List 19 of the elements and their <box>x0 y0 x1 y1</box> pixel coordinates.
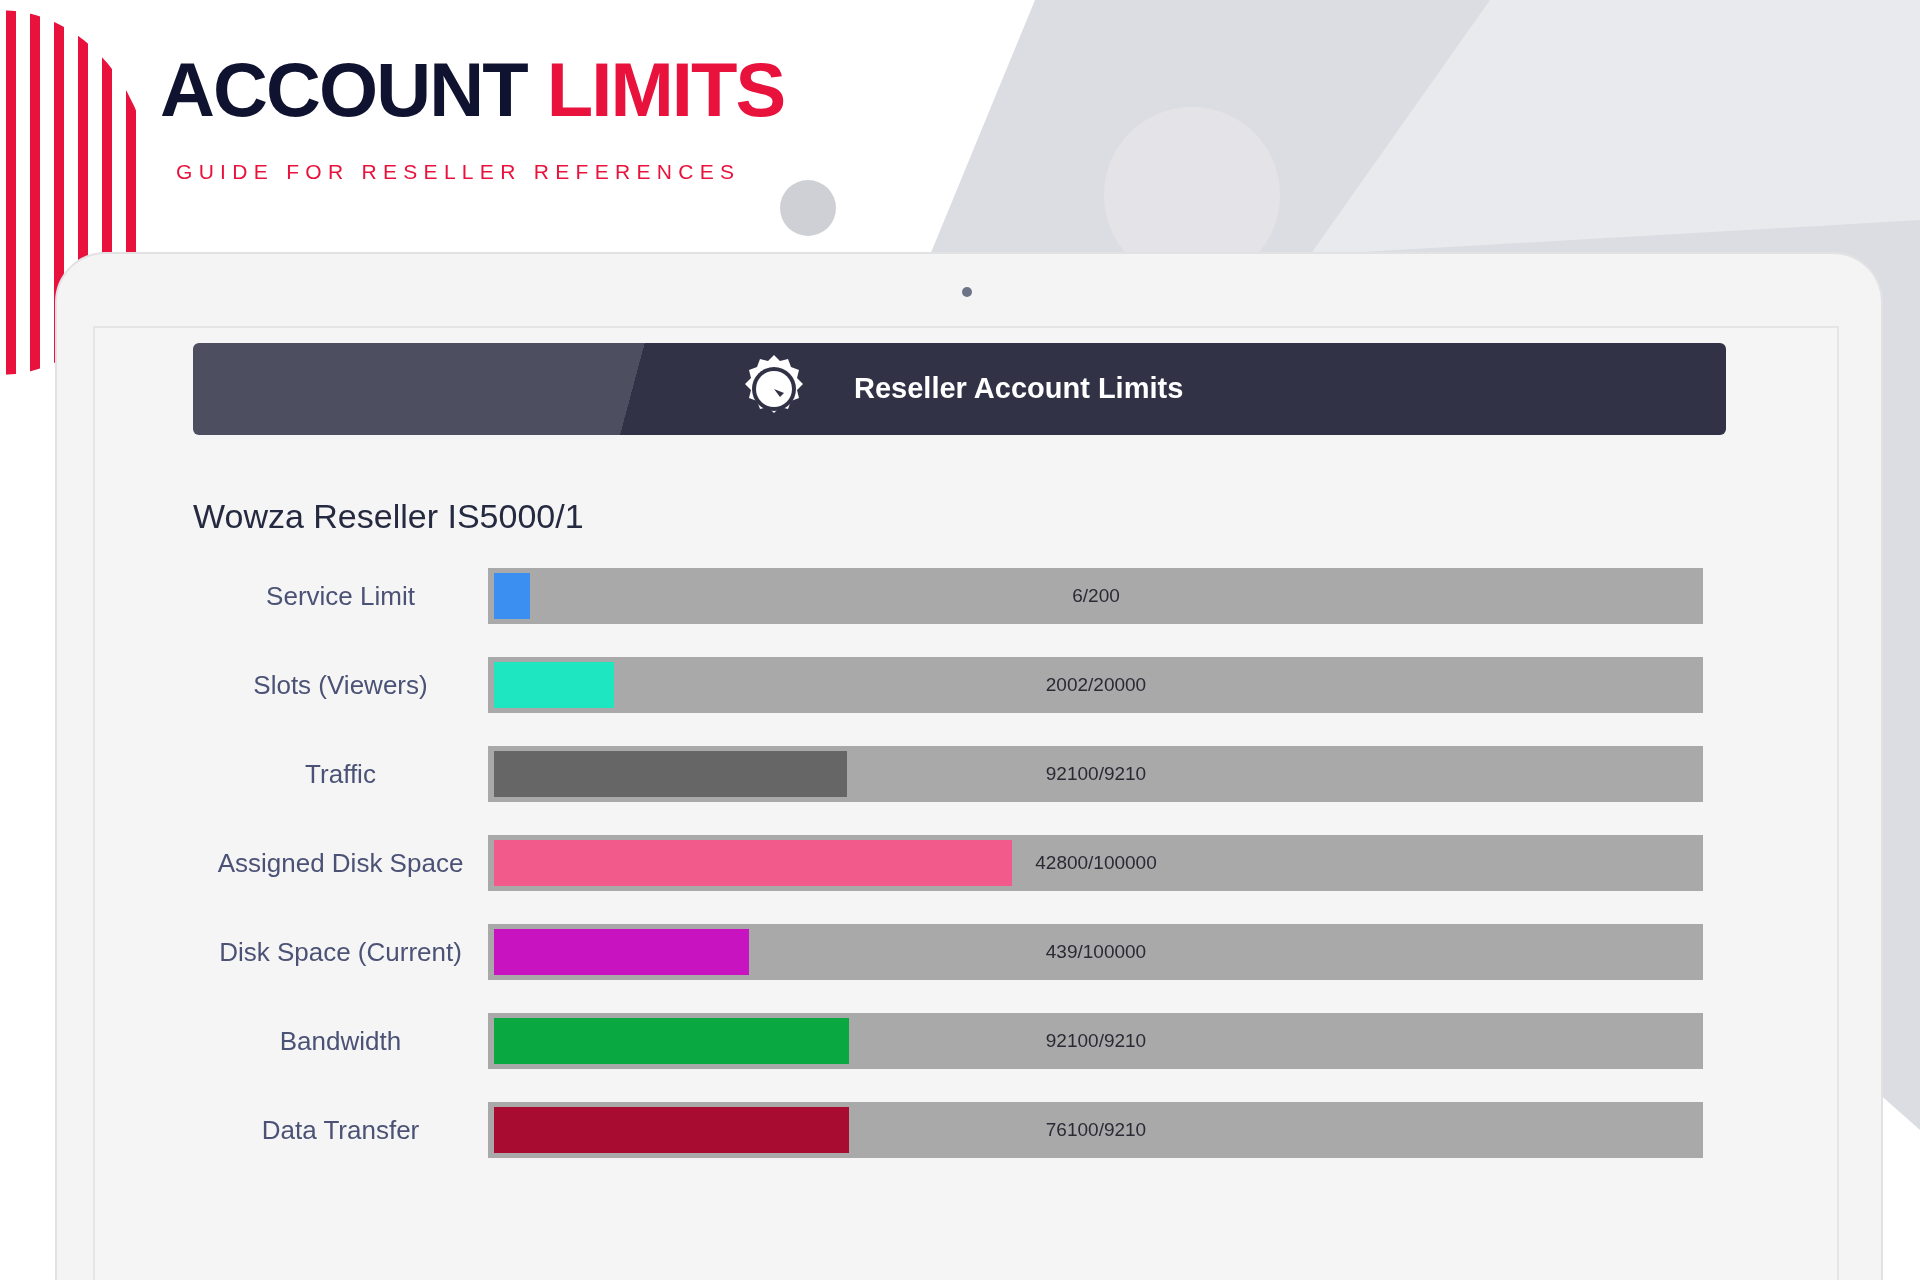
banner-title-accent: LIMITS <box>546 52 785 128</box>
banner-subtitle: GUIDE FOR RESELLER REFERENCES <box>176 159 742 185</box>
limit-label: Assigned Disk Space <box>216 846 465 880</box>
limit-reading: 92100/9210 <box>1045 761 1147 786</box>
limit-label: Disk Space (Current) <box>218 935 463 969</box>
limit-reading: 76100/9210 <box>1045 1117 1147 1142</box>
panel-title: Reseller Account Limits <box>854 371 1184 407</box>
limit-reading: 42800/100000 <box>1035 850 1157 875</box>
limit-label: Bandwidth <box>278 1024 403 1058</box>
limit-reading: 2002/20000 <box>1045 672 1147 697</box>
limit-label: Slots (Viewers) <box>252 668 429 702</box>
banner-title: ACCOUNT <box>160 52 527 128</box>
limit-label: Data Transfer <box>260 1113 421 1147</box>
limit-label: Traffic <box>304 757 377 791</box>
limit-label: Service Limit <box>265 579 416 613</box>
plan-heading: Wowza Reseller IS5000/1 <box>193 496 585 537</box>
limit-reading: 439/100000 <box>1045 939 1147 964</box>
limit-reading: 92100/9210 <box>1045 1028 1147 1053</box>
limit-reading: 6/200 <box>1072 583 1120 608</box>
